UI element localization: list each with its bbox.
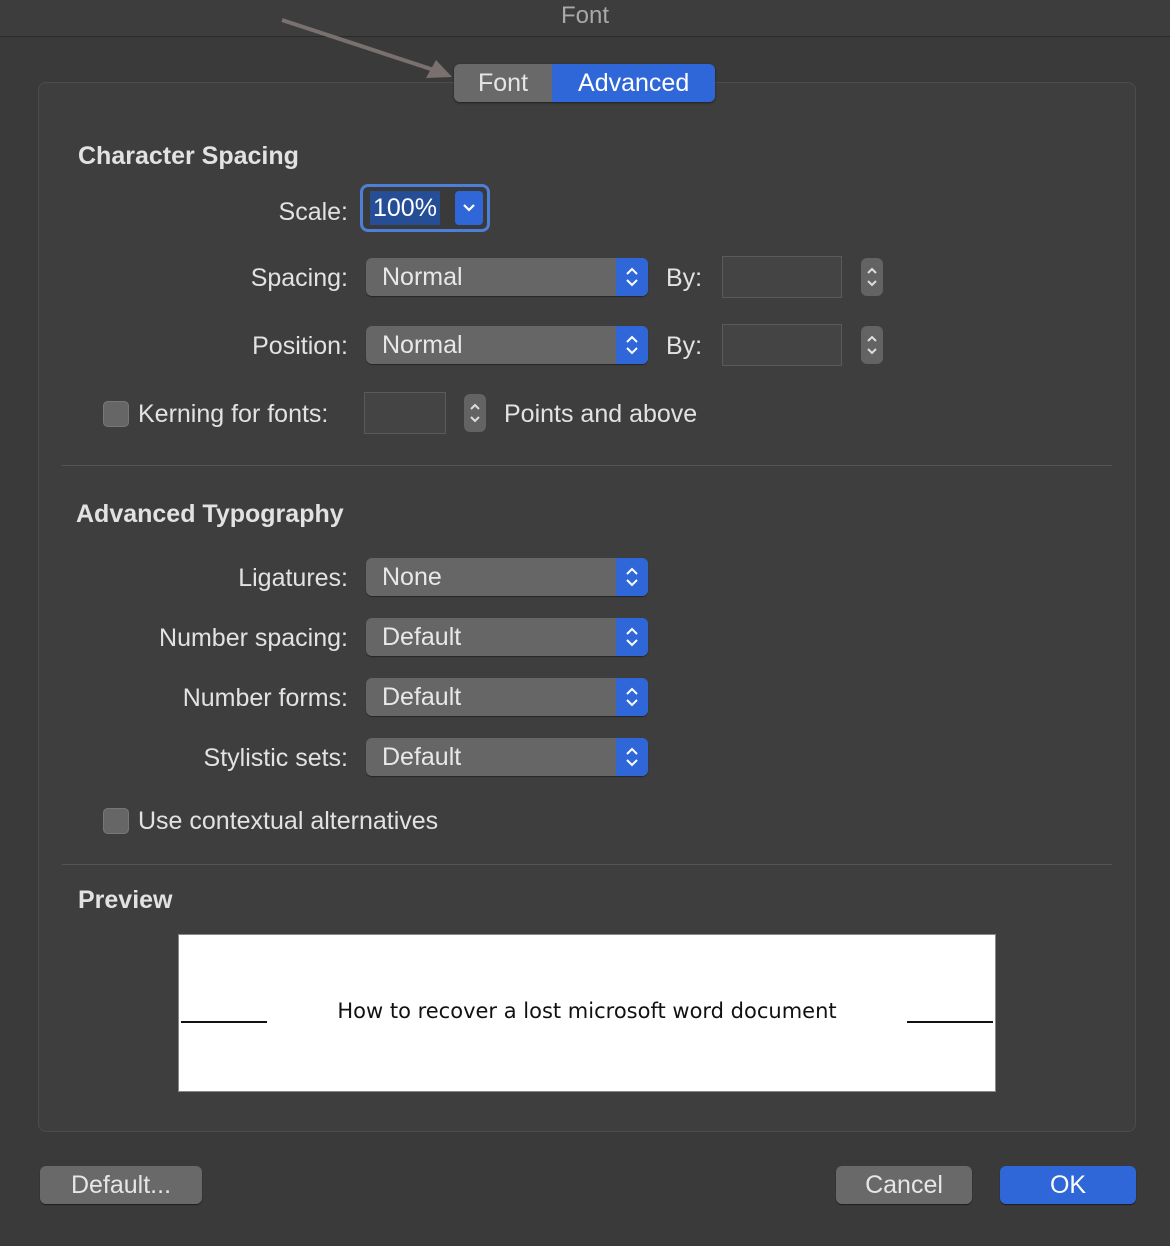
ok-button[interactable]: OK — [1000, 1166, 1136, 1204]
updown-chevron-icon — [616, 326, 648, 364]
kerning-stepper[interactable] — [464, 394, 486, 432]
divider — [62, 864, 1112, 865]
scale-label: Scale: — [278, 198, 348, 226]
number-spacing-label: Number spacing: — [159, 624, 348, 652]
number-spacing-value: Default — [382, 623, 462, 651]
tab-advanced[interactable]: Advanced — [552, 64, 716, 102]
advanced-typography-title: Advanced Typography — [76, 500, 344, 528]
position-by-field[interactable] — [722, 324, 842, 366]
position-popup[interactable]: Normal — [366, 326, 648, 364]
chevron-down-icon[interactable] — [455, 191, 483, 225]
default-button[interactable]: Default... — [40, 1166, 202, 1204]
spacing-by-stepper[interactable] — [861, 258, 883, 296]
updown-chevron-icon — [616, 618, 648, 656]
kerning-suffix: Points and above — [504, 400, 698, 428]
position-by-stepper[interactable] — [861, 326, 883, 364]
character-spacing-title: Character Spacing — [78, 142, 299, 170]
updown-chevron-icon — [616, 258, 648, 296]
kerning-label: Kerning for fonts: — [138, 400, 329, 428]
number-forms-value: Default — [382, 683, 462, 711]
stylistic-sets-popup[interactable]: Default — [366, 738, 648, 776]
scale-combobox[interactable]: 100% — [360, 184, 490, 232]
spacing-label: Spacing: — [250, 264, 348, 292]
number-forms-popup[interactable]: Default — [366, 678, 648, 716]
spacing-value: Normal — [382, 263, 463, 291]
preview-title: Preview — [78, 886, 173, 914]
kerning-checkbox[interactable] — [103, 401, 129, 427]
preview-text: How to recover a lost microsoft word doc… — [337, 999, 837, 1023]
preview-line-right — [907, 1021, 993, 1023]
preview-box: How to recover a lost microsoft word doc… — [178, 934, 996, 1092]
kerning-points-field[interactable] — [364, 392, 446, 434]
updown-chevron-icon — [616, 738, 648, 776]
stylistic-sets-label: Stylistic sets: — [203, 744, 348, 772]
stylistic-sets-value: Default — [382, 743, 462, 771]
number-spacing-popup[interactable]: Default — [366, 618, 648, 656]
ligatures-value: None — [382, 563, 442, 591]
spacing-popup[interactable]: Normal — [366, 258, 648, 296]
tab-bar: Font Advanced — [454, 64, 716, 102]
scale-input[interactable]: 100% — [370, 191, 440, 225]
position-label: Position: — [252, 332, 348, 360]
spacing-by-field[interactable] — [722, 256, 842, 298]
updown-chevron-icon — [616, 678, 648, 716]
ligatures-label: Ligatures: — [238, 564, 348, 592]
window-title: Font — [0, 0, 1170, 37]
cancel-button[interactable]: Cancel — [836, 1166, 972, 1204]
position-value: Normal — [382, 331, 463, 359]
number-forms-label: Number forms: — [182, 684, 348, 712]
ligatures-popup[interactable]: None — [366, 558, 648, 596]
tab-font[interactable]: Font — [454, 64, 553, 102]
position-by-label: By: — [666, 332, 703, 360]
updown-chevron-icon — [616, 558, 648, 596]
divider — [62, 465, 1112, 466]
contextual-alternatives-checkbox[interactable] — [103, 808, 129, 834]
spacing-by-label: By: — [666, 264, 703, 292]
contextual-alternatives-label: Use contextual alternatives — [138, 807, 439, 835]
